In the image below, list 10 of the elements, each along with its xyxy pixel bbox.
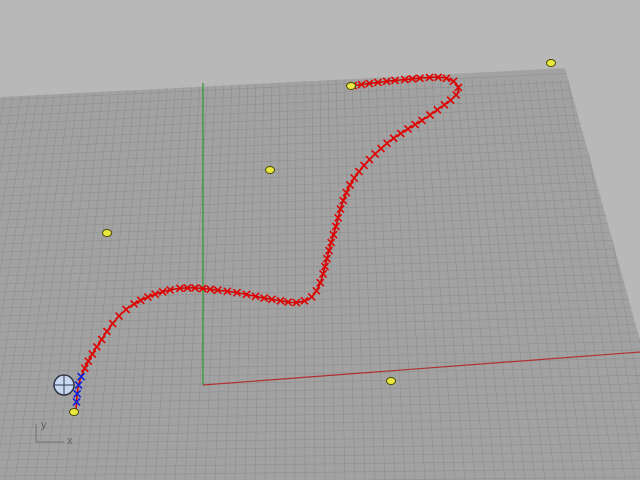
axis-icon — [36, 424, 64, 442]
point-marker-icon[interactable] — [386, 377, 396, 385]
point-marker-icon[interactable] — [102, 229, 112, 237]
point-marker-icon[interactable] — [69, 408, 79, 416]
point-marker-icon[interactable] — [546, 59, 556, 67]
point-marker-icon[interactable] — [265, 166, 275, 174]
axis-label: x — [67, 435, 72, 447]
axis-label: y — [41, 419, 46, 431]
point-marker-icon[interactable] — [346, 82, 356, 90]
sphere-icon[interactable] — [53, 374, 75, 396]
